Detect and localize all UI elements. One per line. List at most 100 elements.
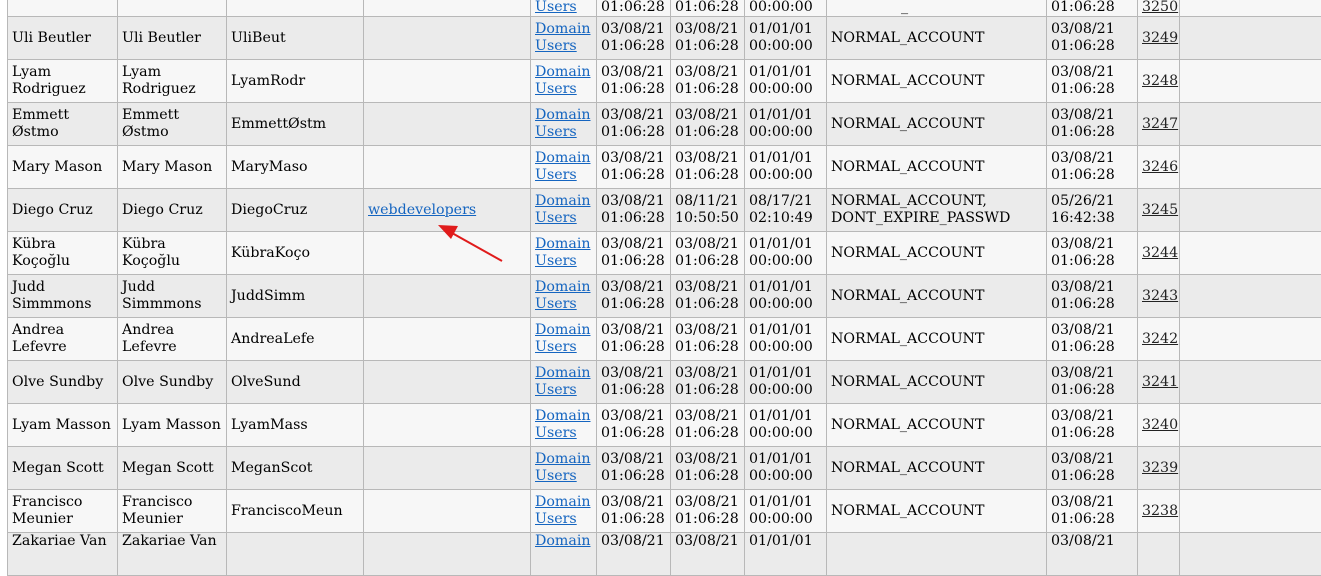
member-of-link[interactable]: webdevelopers [368,202,476,218]
rid-link[interactable]: 3242 [1142,331,1178,347]
group-link[interactable]: Users [535,0,577,15]
primary-group-link[interactable]: DomainUsers [535,494,591,527]
rid-link[interactable]: 3244 [1142,245,1178,261]
group-line: Users [535,253,577,269]
cell-member-of [364,17,531,60]
primary-group-link[interactable]: Domain [535,533,591,549]
cell-changed: 03/08/2101:06:28 [671,103,745,146]
cell-sam: FranciscoMeun [227,490,364,533]
primary-group-link[interactable]: DomainUsers [535,236,591,269]
sam-account: MaryMaso [231,159,308,175]
cell-rid: 3245 [1138,189,1180,232]
rid-link[interactable]: 3243 [1142,288,1178,304]
primary-group-link[interactable]: DomainUsers [535,451,591,484]
rid-link[interactable]: 3249 [1142,30,1178,46]
cell-sam: AndreaLefe [227,318,364,361]
primary-group-link[interactable]: DomainUsers [535,322,591,355]
user-name: Lyam Masson [12,417,111,433]
sam-account: FranciscoMeun [231,503,343,519]
cell-primary-group: DomainUsers [531,447,597,490]
changed-date: 03/08/21 [675,150,739,166]
group-line: Domain [535,322,591,338]
cell-created: 03/08/21 [597,533,671,576]
expires-date: 01/01/01 [749,21,813,37]
cell-rid: 3246 [1138,146,1180,189]
changed-date: 03/08/21 [675,279,739,295]
uac-flags: NORMAL_ACCOUNT [831,288,984,304]
rid-link[interactable]: 3250 [1142,0,1178,15]
display-name: Lyam Masson [122,417,221,433]
primary-group-link[interactable]: DomainUsers [535,408,591,441]
cell-rid: 3248 [1138,60,1180,103]
expires-time: 00:00:00 [749,382,813,398]
cell-created: 03/08/2101:06:28 [597,447,671,490]
cell-primary-group: DomainUsers [531,60,597,103]
cell-name: Uli Beutler [8,17,118,60]
table-row: Megan ScottMegan Scott MeganScot DomainUse… [8,447,1321,490]
primary-group-link[interactable]: DomainUsers [535,365,591,398]
table-row: Lyam RodriguezLyam RodriguezLyamRodrDoma… [8,60,1321,103]
display-name: Francisco Meunier [122,494,192,527]
rid-link[interactable]: 3245 [1142,202,1178,218]
users-table: Users 01:06:28 01:06:28 00:00:00 _ 01:06… [7,0,1321,576]
uac-flags: NORMAL_ACCOUNT [831,331,984,347]
cell-display-name: Judd Simmmons [118,275,227,318]
display-name: Lyam Rodriguez [122,64,196,97]
rid-link[interactable]: 3239 [1142,460,1178,476]
primary-group-link[interactable]: DomainUsers [535,107,591,140]
cell-rid: 3244 [1138,232,1180,275]
primary-group-link[interactable]: DomainUsers [535,193,591,226]
cell-created: 03/08/2101:06:28 [597,490,671,533]
cell-name: Zakariae Van [8,533,118,576]
rid-link[interactable]: 3247 [1142,116,1178,132]
group-line: Domain [535,451,591,467]
group-line: Users [535,210,577,226]
display-name: Mary Mason [122,159,212,175]
rid-link[interactable]: 3240 [1142,417,1178,433]
pwd-set-date: 03/08/21 [1051,21,1115,37]
primary-group-link[interactable]: DomainUsers [535,64,591,97]
group-line: Users [535,468,577,484]
user-name: Andrea Lefevre [12,322,67,355]
changed-date: 03/08/21 [675,236,739,252]
group-line: Users [535,511,577,527]
table-row: Lyam MassonLyam MassonLyamMassDomainUser… [8,404,1321,447]
rid-link[interactable]: 3241 [1142,374,1178,390]
changed-time: 01:06:28 [675,511,739,527]
changed-time: 01:06:28 [675,81,739,97]
cell-pwd-set: 03/08/2101:06:28 [1047,404,1138,447]
changed-time: 01:06:28 [675,382,739,398]
cell-expires: 08/17/2102:10:49 [745,189,827,232]
primary-group-link[interactable]: DomainUsers [535,21,591,54]
cell-name: Megan Scott [8,447,118,490]
cell-sam: UliBeut [227,17,364,60]
cell-member-of: webdevelopers [364,189,531,232]
cell-expires: 01/01/0100:00:00 [745,60,827,103]
created-date: 03/08/21 [601,107,665,123]
cell-rid [1138,533,1180,576]
created-time: 01:06:28 [601,296,665,312]
display-name: Megan Scott [122,460,214,476]
group-line: Domain [535,150,591,166]
rid-link[interactable]: 3238 [1142,503,1178,519]
changed-time: 01:06:28 [675,124,739,140]
created-time: 01:06:28 [601,81,665,97]
group-line: Users [535,38,577,54]
rid-link[interactable]: 3246 [1142,159,1178,175]
cell-pwd-set: 03/08/2101:06:28 [1047,318,1138,361]
cell-created: 03/08/2101:06:28 [597,404,671,447]
cell-expires: 01/01/0100:00:00 [745,447,827,490]
table-row-partial-top: Users 01:06:28 01:06:28 00:00:00 _ 01:06… [8,0,1321,17]
rid-link[interactable]: 3248 [1142,73,1178,89]
user-name: Emmett Østmo [12,107,69,140]
expires-time: 00:00:00 [749,0,813,15]
primary-group-link[interactable]: DomainUsers [535,150,591,183]
sam-account: MeganScot [231,460,313,476]
created-time: 01:06:28 [601,124,665,140]
cell-display-name: Emmett Østmo [118,103,227,146]
cell-changed: 08/11/2110:50:50 [671,189,745,232]
primary-group-link[interactable]: DomainUsers [535,279,591,312]
cell-member-of [364,361,531,404]
cell-expires: 01/01/01 [745,533,827,576]
created-date: 03/08/21 [601,322,665,338]
